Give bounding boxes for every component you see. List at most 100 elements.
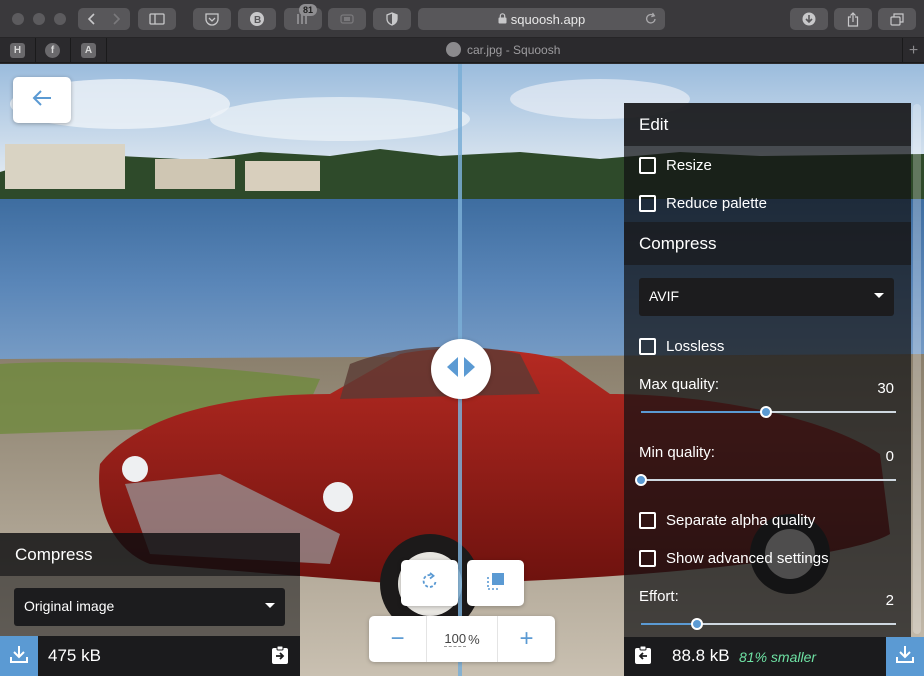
browser-toolbar: B 81 squoosh.app: [0, 0, 924, 38]
tab-title: car.jpg - Squoosh: [467, 42, 561, 57]
effort-label: Effort:: [639, 588, 679, 605]
sidebar-toggle-icon[interactable]: [138, 8, 176, 30]
checkbox-box[interactable]: [639, 195, 656, 212]
resize-checkbox[interactable]: Resize: [639, 157, 712, 174]
slider-knob[interactable]: [759, 406, 772, 418]
zoom-in-button[interactable]: +: [498, 616, 555, 662]
extension-reader-icon[interactable]: [328, 8, 366, 30]
max-quality-label: Max quality:: [639, 376, 720, 393]
download-icon: [896, 645, 914, 668]
rotate-button[interactable]: [401, 560, 458, 606]
new-tab-button[interactable]: +: [902, 38, 924, 63]
zoom-out-button[interactable]: −: [369, 616, 426, 662]
min-quality-label: Min quality:: [639, 444, 715, 461]
slider-knob[interactable]: [691, 618, 704, 630]
original-size: 475 kB: [48, 646, 101, 665]
size-savings: 81% smaller: [739, 649, 817, 665]
separate-alpha-label: Separate alpha quality: [666, 512, 816, 529]
left-panel-footer: 475 kB: [0, 636, 300, 676]
extension-b-icon[interactable]: B: [238, 8, 276, 30]
resize-label: Resize: [666, 157, 712, 174]
chevron-down-icon: [874, 293, 884, 298]
download-compressed-button[interactable]: [886, 637, 924, 676]
zoom-unit: %: [468, 631, 480, 647]
panel-scrollbar[interactable]: [913, 104, 921, 634]
back-button[interactable]: [13, 77, 71, 123]
rotate-icon: [420, 571, 440, 596]
slider-fill: [641, 623, 698, 625]
edit-title: Edit: [624, 103, 911, 146]
svg-text:B: B: [254, 15, 261, 26]
tab-bar: H f A car.jpg - Squoosh +: [0, 38, 924, 63]
compress-section: AVIF Lossless Max quality: 30 Min qualit…: [624, 265, 911, 637]
codec-select[interactable]: AVIF: [639, 278, 894, 316]
separate-alpha-checkbox[interactable]: Separate alpha quality: [639, 512, 815, 529]
min-quality-value[interactable]: 0: [886, 448, 894, 465]
background-icon: [486, 571, 506, 596]
tab-separator: [70, 38, 71, 63]
checkbox-box[interactable]: [639, 550, 656, 567]
edit-section: Resize Reduce palette: [624, 146, 911, 222]
shield-icon[interactable]: [373, 8, 411, 30]
tab-separator: [106, 38, 107, 63]
toggle-background-button[interactable]: [467, 560, 524, 606]
compress-title: Compress: [624, 222, 911, 265]
forward-nav-icon[interactable]: [113, 13, 121, 25]
left-method-select[interactable]: Original image: [14, 588, 285, 626]
tab-count-badge: 81: [299, 4, 318, 16]
minimize-window-button[interactable]: [33, 13, 45, 25]
pocket-icon[interactable]: [193, 8, 231, 30]
active-tab[interactable]: car.jpg - Squoosh: [446, 42, 560, 57]
back-nav-icon[interactable]: [87, 13, 95, 25]
share-icon[interactable]: [834, 8, 872, 30]
close-window-button[interactable]: [12, 13, 24, 25]
address-bar[interactable]: squoosh.app: [418, 8, 665, 30]
reload-icon[interactable]: [645, 12, 657, 28]
advanced-settings-checkbox[interactable]: Show advanced settings: [639, 550, 829, 567]
max-quality-value[interactable]: 30: [877, 380, 894, 397]
zoom-value[interactable]: 100: [444, 631, 467, 647]
downloads-icon[interactable]: [790, 8, 828, 30]
pinned-tab-facebook[interactable]: f: [45, 43, 60, 58]
copy-settings-right-icon[interactable]: [271, 645, 289, 670]
split-handle[interactable]: [431, 339, 491, 399]
download-icon: [10, 645, 28, 668]
pinned-tab-h[interactable]: H: [10, 43, 25, 58]
lossless-label: Lossless: [666, 338, 725, 355]
lossless-checkbox[interactable]: Lossless: [639, 338, 724, 355]
left-compress-title: Compress: [0, 533, 300, 576]
advanced-settings-label: Show advanced settings: [666, 550, 829, 567]
zoom-control: − 100 % +: [369, 616, 555, 662]
right-panel-footer: 88.8 kB 81% smaller: [624, 637, 911, 676]
checkbox-box[interactable]: [639, 157, 656, 174]
app-viewport: Compress Original image 475 kB − 100 % +…: [0, 64, 924, 676]
arrow-left-icon: [32, 89, 52, 112]
reduce-palette-checkbox[interactable]: Reduce palette: [639, 195, 767, 212]
address-text: squoosh.app: [510, 11, 586, 27]
slider-fill: [641, 411, 766, 413]
left-panel-body: Original image: [0, 576, 300, 636]
tab-separator: [35, 38, 36, 63]
lock-icon: [498, 12, 507, 27]
reduce-palette-label: Reduce palette: [666, 195, 767, 212]
min-quality-slider[interactable]: [635, 474, 896, 486]
history-nav: [78, 8, 130, 30]
checkbox-box[interactable]: [639, 512, 656, 529]
chevron-down-icon: [265, 603, 275, 608]
original-panel: Compress Original image 475 kB: [0, 533, 300, 676]
codec-value: AVIF: [649, 288, 680, 304]
compressed-panel: Edit Resize Reduce palette Compress AVIF…: [624, 103, 911, 676]
pinned-tab-a[interactable]: A: [81, 43, 96, 58]
checkbox-box[interactable]: [639, 338, 656, 355]
effort-value[interactable]: 2: [886, 592, 894, 609]
split-arrows-icon: [446, 356, 476, 383]
extension-bookmarks-icon[interactable]: 81: [284, 4, 322, 30]
copy-settings-left-icon[interactable]: [634, 645, 652, 670]
zoom-level[interactable]: 100 %: [426, 616, 498, 662]
effort-slider[interactable]: [641, 618, 896, 630]
tab-overview-icon[interactable]: [878, 8, 916, 30]
slider-knob[interactable]: [635, 474, 647, 486]
zoom-window-button[interactable]: [54, 13, 66, 25]
max-quality-slider[interactable]: [641, 406, 896, 418]
download-original-button[interactable]: [0, 636, 38, 676]
